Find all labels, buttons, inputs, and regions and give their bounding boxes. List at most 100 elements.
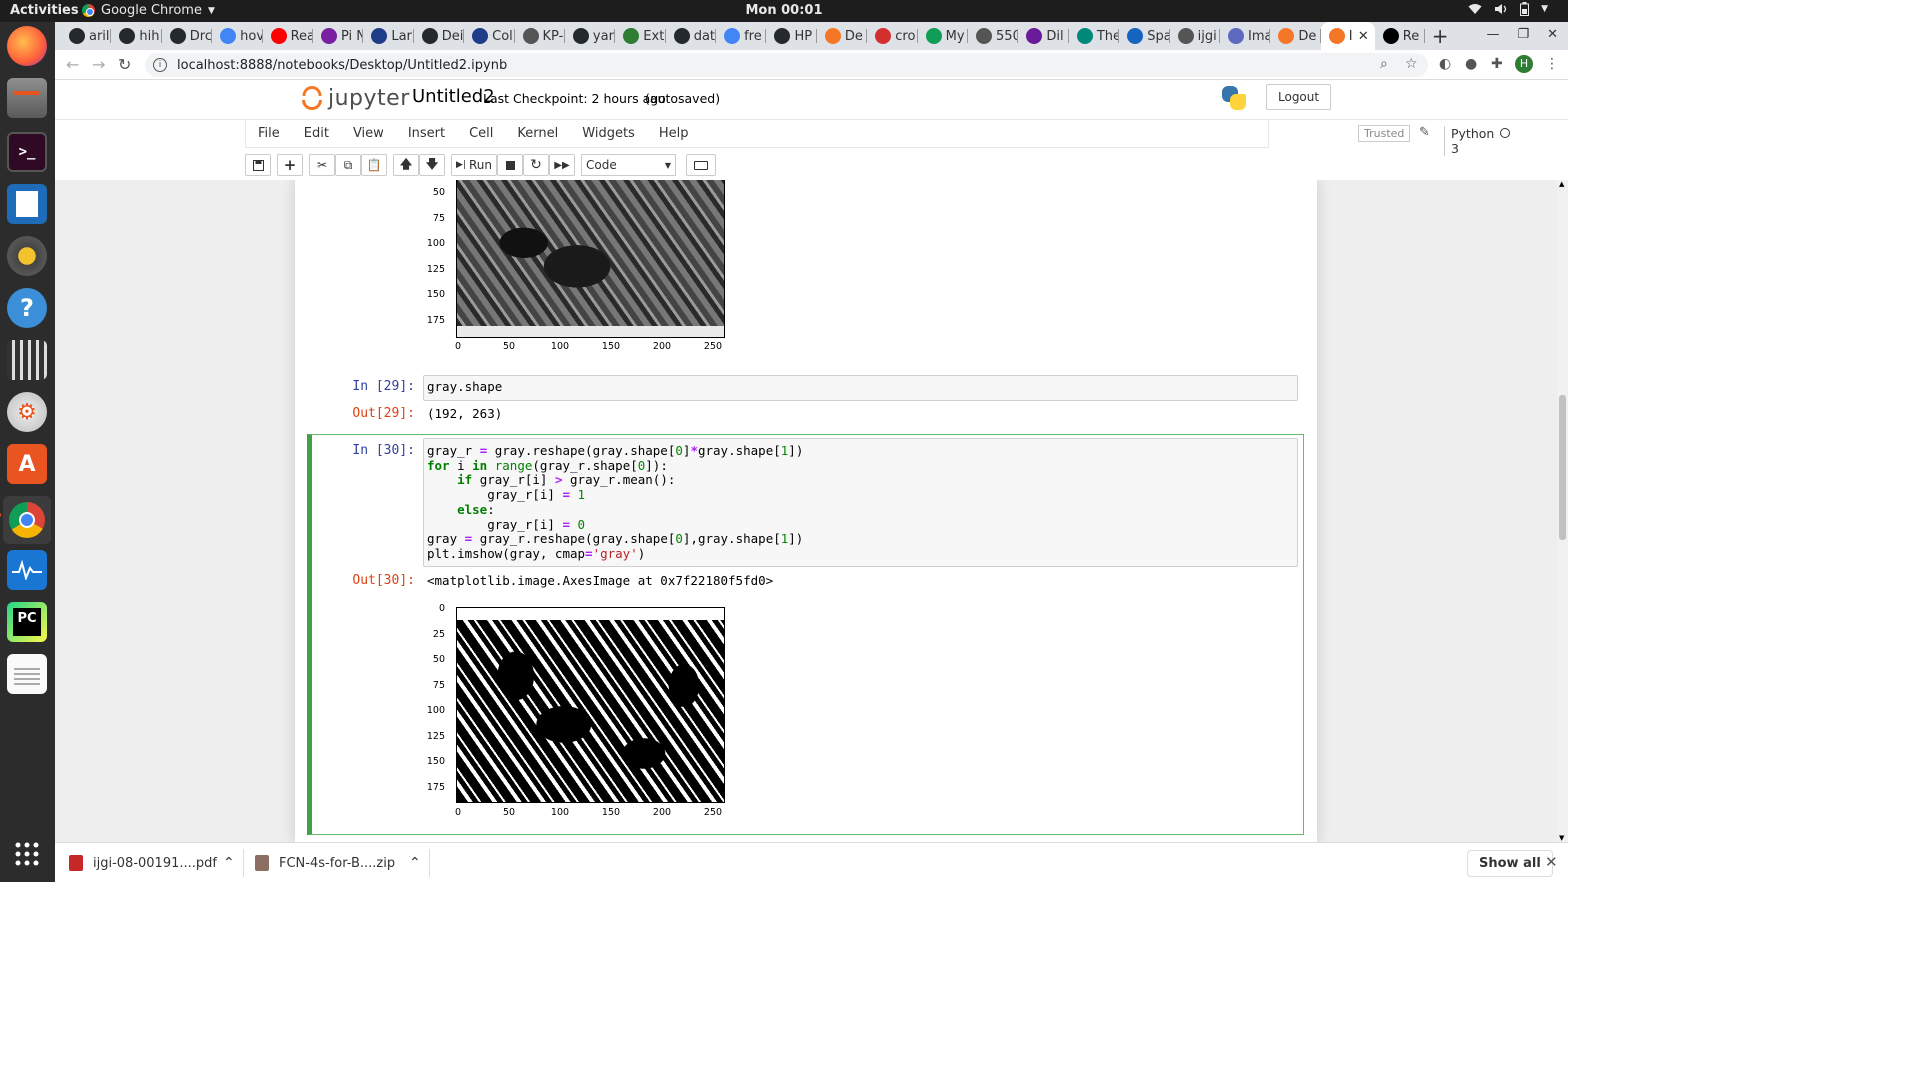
save-button[interactable] <box>245 154 271 176</box>
edit-pencil-icon[interactable]: ✎ <box>1419 125 1430 140</box>
browser-tab[interactable]: Rea <box>263 22 313 50</box>
trusted-badge[interactable]: Trusted <box>1358 125 1411 142</box>
system-tray[interactable]: ▼ <box>1468 2 1548 16</box>
minimize-icon[interactable]: — <box>1486 27 1499 42</box>
menu-widgets[interactable]: Widgets <box>570 126 647 141</box>
browser-tab[interactable]: De <box>1270 22 1321 50</box>
browser-tab[interactable]: cro <box>867 22 918 50</box>
logout-button[interactable]: Logout <box>1266 84 1332 110</box>
bookmark-star-icon[interactable]: ☆ <box>1405 56 1418 72</box>
interrupt-button[interactable] <box>497 154 523 176</box>
kernel-name[interactable]: Python 3 <box>1444 126 1494 156</box>
browser-tab[interactable]: Ext <box>615 22 666 50</box>
terminal-icon[interactable]: >_ <box>7 132 47 172</box>
browser-tab[interactable]: dat <box>666 22 717 50</box>
browser-tab[interactable]: Lar <box>363 22 414 50</box>
jupyter-logo-icon[interactable] <box>300 86 324 112</box>
menu-kernel[interactable]: Kernel <box>505 126 570 141</box>
extensions-puzzle-icon[interactable]: ✚ <box>1491 56 1503 72</box>
menu-help[interactable]: Help <box>647 126 701 141</box>
clock[interactable]: Mon 00:01 <box>0 3 1568 18</box>
paste-button[interactable]: 📋 <box>361 154 387 176</box>
app-menu[interactable]: Google Chrome ▼ <box>82 3 215 18</box>
browser-tab[interactable]: hih <box>111 22 162 50</box>
settings-icon[interactable]: ⚙ <box>7 392 47 432</box>
help-icon[interactable]: ? <box>7 288 47 328</box>
show-all-button[interactable]: Show all <box>1467 850 1553 877</box>
writer-icon[interactable] <box>7 184 47 224</box>
chevron-up-icon[interactable]: ⌃ <box>223 855 235 871</box>
url-input[interactable]: i localhost:8888/notebooks/Desktop/Untit… <box>145 53 1428 77</box>
download-item[interactable]: FCN-4s-for-B....zip ⌃ <box>255 851 421 875</box>
tab-close-icon[interactable]: ✕ <box>1358 29 1369 44</box>
browser-tab[interactable]: yan <box>565 22 616 50</box>
close-icon[interactable]: ✕ <box>1547 27 1558 42</box>
text-editor-icon[interactable] <box>7 654 47 694</box>
menu-view[interactable]: View <box>341 126 396 141</box>
browser-tab[interactable]: Ima <box>1220 22 1271 50</box>
cell-type-select[interactable]: Code ▼ <box>581 154 676 176</box>
scrollbar-thumb[interactable] <box>1559 395 1566 540</box>
firefox-icon[interactable] <box>7 26 47 66</box>
browser-tab[interactable]: I ✕ <box>1320 22 1375 50</box>
software-center-icon[interactable]: A <box>7 444 47 484</box>
menu-file[interactable]: File <box>246 126 292 141</box>
browser-tab[interactable]: 550 <box>968 22 1019 50</box>
extension-icon[interactable]: ● <box>1465 56 1477 72</box>
menu-cell[interactable]: Cell <box>457 126 505 141</box>
download-item[interactable]: ijgi-08-00191....pdf ⌃ <box>69 851 235 875</box>
browser-tab[interactable]: The <box>1069 22 1120 50</box>
extension-icon[interactable]: ◐ <box>1439 56 1451 72</box>
menu-insert[interactable]: Insert <box>396 126 457 141</box>
copy-button[interactable]: ⧉ <box>335 154 361 176</box>
rhythmbox-icon[interactable] <box>7 236 47 276</box>
close-icon[interactable]: ✕ <box>1545 853 1558 871</box>
forward-icon[interactable]: → <box>92 55 105 74</box>
code-cell-input[interactable]: gray_r = gray.reshape(gray.shape[0]*gray… <box>423 438 1298 567</box>
browser-tab[interactable]: Drc <box>162 22 213 50</box>
profile-avatar[interactable]: H <box>1515 55 1533 73</box>
command-palette-button[interactable] <box>686 154 716 176</box>
new-tab-button[interactable]: + <box>1425 24 1455 48</box>
reload-icon[interactable]: ↻ <box>118 55 131 74</box>
scroll-up-icon[interactable]: ▲ <box>1559 180 1564 188</box>
browser-tab[interactable]: Dei <box>414 22 465 50</box>
scroll-down-icon[interactable]: ▼ <box>1559 834 1564 842</box>
system-monitor-icon[interactable] <box>7 550 47 590</box>
browser-tab[interactable]: My <box>918 22 969 50</box>
jupyter-logo-text[interactable]: jupyter <box>328 86 410 111</box>
app-grid-icon[interactable] <box>7 834 47 874</box>
activities-button[interactable]: Activities <box>10 3 79 18</box>
code-cell-input[interactable]: gray.shape <box>423 375 1298 401</box>
page-scrollbar[interactable]: ▲ ▼ <box>1557 180 1568 842</box>
browser-tab[interactable]: ijgi <box>1170 22 1220 50</box>
insert-cell-button[interactable]: + <box>277 154 303 176</box>
cut-button[interactable]: ✂ <box>309 154 335 176</box>
browser-tab[interactable]: De <box>817 22 868 50</box>
file-manager-icon[interactable] <box>7 78 47 118</box>
browser-tab[interactable]: HP <box>766 22 817 50</box>
info-icon[interactable]: i <box>153 58 167 72</box>
back-icon[interactable]: ← <box>66 55 79 74</box>
chevron-up-icon[interactable]: ⌃ <box>409 855 421 871</box>
browser-tab[interactable]: Dil <box>1018 22 1069 50</box>
maximize-icon[interactable]: ❐ <box>1517 27 1529 42</box>
menu-edit[interactable]: Edit <box>292 126 341 141</box>
browser-tab[interactable]: hov <box>212 22 263 50</box>
zoom-icon[interactable]: ⌕ <box>1380 56 1388 72</box>
pycharm-icon[interactable]: PC <box>7 602 47 642</box>
browser-tab[interactable]: Col <box>464 22 515 50</box>
browser-tab[interactable]: Re <box>1375 22 1426 50</box>
restart-button[interactable]: ↻ <box>523 154 549 176</box>
move-up-button[interactable]: 🡅 <box>393 154 419 176</box>
browser-tab[interactable]: Spa <box>1119 22 1170 50</box>
move-down-button[interactable]: 🡇 <box>419 154 445 176</box>
browser-tab[interactable]: fre <box>716 22 767 50</box>
run-button[interactable]: ▶| Run <box>451 154 497 176</box>
video-editor-icon[interactable] <box>7 340 47 380</box>
chrome-icon[interactable] <box>0 496 51 544</box>
chrome-menu-icon[interactable]: ⋮ <box>1545 56 1559 72</box>
browser-tab[interactable]: Pi N <box>313 22 364 50</box>
browser-tab[interactable]: aril <box>61 22 112 50</box>
restart-run-all-button[interactable]: ▶▶ <box>549 154 575 176</box>
